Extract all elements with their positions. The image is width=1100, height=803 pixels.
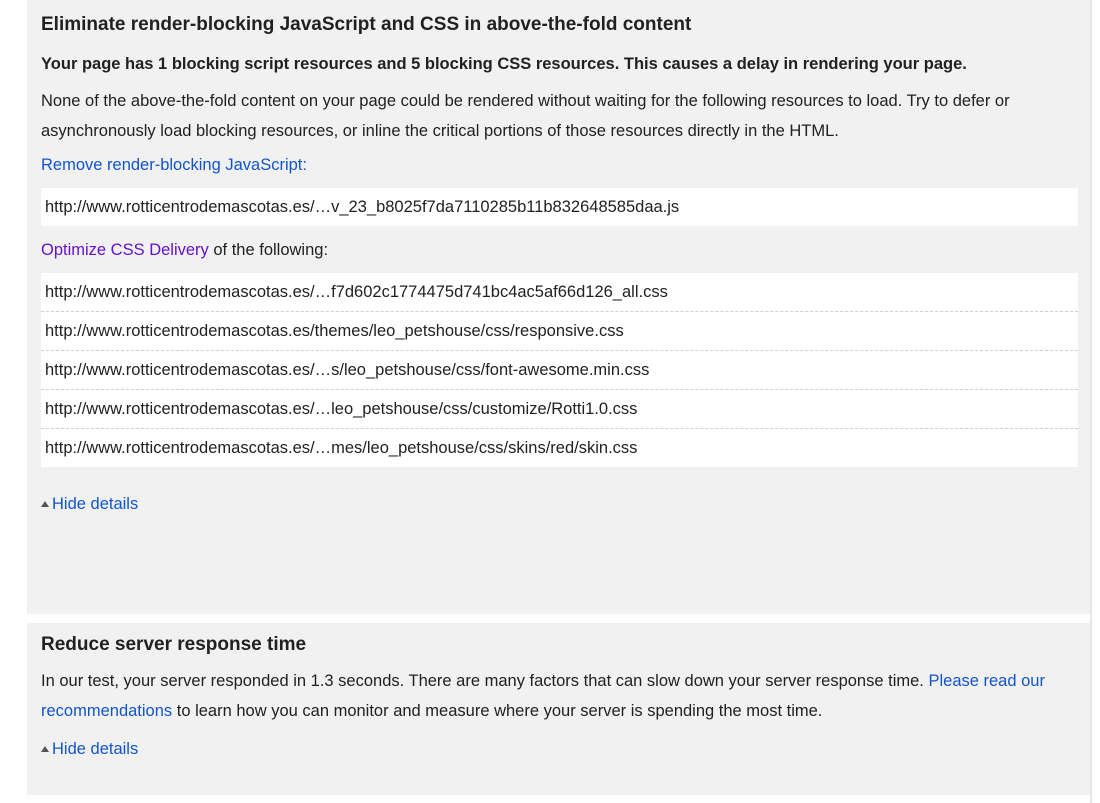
caret-up-icon xyxy=(41,501,49,507)
right-divider xyxy=(1090,0,1092,803)
css-fix-suffix: of the following: xyxy=(208,241,329,259)
css-url-row: http://www.rotticentrodemascotas.es/…f7d… xyxy=(45,283,668,301)
js-url-row: http://www.rotticentrodemascotas.es/…v_2… xyxy=(45,198,680,216)
description-text-after: to learn how you can monitor and measure… xyxy=(172,702,823,720)
rule-title: Reduce server response time xyxy=(41,634,307,655)
hide-details-toggle[interactable]: Hide details xyxy=(41,493,138,515)
render-blocking-rule-panel: Eliminate render-blocking JavaScript and… xyxy=(27,0,1090,614)
remove-render-blocking-js-link[interactable]: Remove render-blocking JavaScript xyxy=(41,156,302,174)
hide-details-label: Hide details xyxy=(52,740,139,758)
rule-title: Eliminate render-blocking JavaScript and… xyxy=(41,14,692,35)
caret-up-icon xyxy=(41,746,49,752)
css-url-row: http://www.rotticentrodemascotas.es/…mes… xyxy=(41,428,1078,467)
css-fix-line: Optimize CSS Delivery of the following: xyxy=(41,226,1078,261)
server-response-rule-panel: Reduce server response time In our test,… xyxy=(27,623,1090,795)
hide-details-toggle[interactable]: Hide details xyxy=(41,738,138,760)
css-url-list: http://www.rotticentrodemascotas.es/…f7d… xyxy=(41,273,1078,467)
description-text-before: In our test, your server responded in 1.… xyxy=(41,672,929,690)
rule-description: In our test, your server responded in 1.… xyxy=(41,656,1078,726)
hide-details-label: Hide details xyxy=(52,495,139,513)
css-url-row: http://www.rotticentrodemascotas.es/them… xyxy=(41,311,1078,350)
page: Eliminate render-blocking JavaScript and… xyxy=(0,0,1100,803)
js-url-list: http://www.rotticentrodemascotas.es/…v_2… xyxy=(41,188,1078,226)
rule-description: None of the above-the-fold content on yo… xyxy=(41,92,1010,140)
optimize-css-delivery-link[interactable]: Optimize CSS Delivery xyxy=(41,241,209,259)
rule-summary: Your page has 1 blocking script resource… xyxy=(41,55,967,73)
js-fix-suffix: : xyxy=(302,156,307,174)
css-url-row: http://www.rotticentrodemascotas.es/…leo… xyxy=(41,389,1078,428)
js-fix-line: Remove render-blocking JavaScript: xyxy=(41,146,1078,176)
css-url-row: http://www.rotticentrodemascotas.es/…s/l… xyxy=(41,350,1078,389)
